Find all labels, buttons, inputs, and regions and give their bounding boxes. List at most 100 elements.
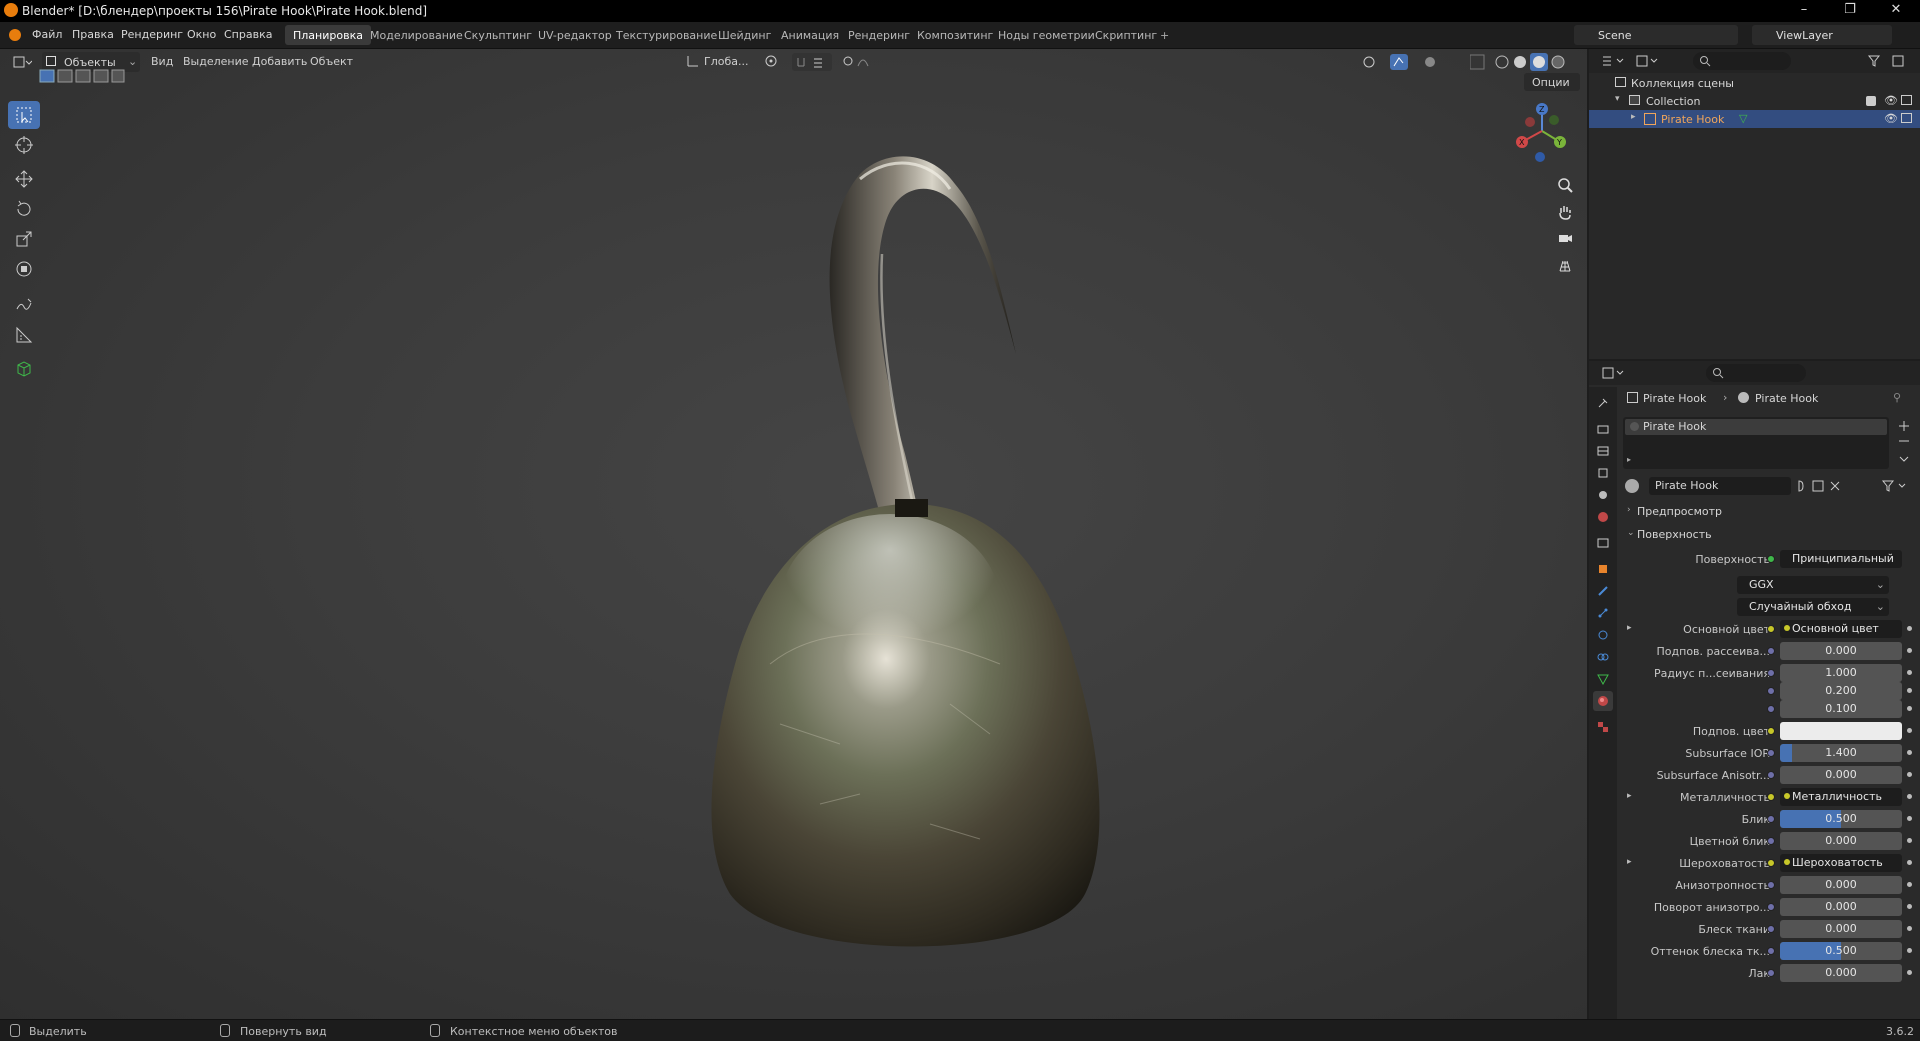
pirate-hook-model[interactable] xyxy=(700,104,1140,1014)
outliner-object-pirate-hook[interactable]: ▸ Pirate Hook ▽ 👁 xyxy=(1589,110,1920,128)
properties-panel[interactable]: Pirate Hook › Pirate Hook ⚲ Pirate Hook … xyxy=(1589,361,1920,1019)
keyframe-dot-icon[interactable] xyxy=(1907,750,1912,755)
distribution-dropdown[interactable]: GGX ⌄ xyxy=(1737,576,1889,594)
tab-rendering[interactable]: Рендеринг xyxy=(840,25,918,45)
keyframe-dot-icon[interactable] xyxy=(1907,904,1912,909)
input-socket-icon[interactable] xyxy=(1767,881,1775,889)
shader-socket-icon[interactable] xyxy=(1767,555,1775,563)
material-slot-item[interactable]: Pirate Hook xyxy=(1625,419,1887,435)
subsurface-method-dropdown[interactable]: Случайный обход ⌄ xyxy=(1737,598,1889,616)
material-browse-icon[interactable] xyxy=(1625,479,1639,493)
pivot-icon[interactable] xyxy=(764,54,780,68)
surface-shader-field[interactable]: Принципиальный BSDF xyxy=(1780,550,1902,568)
number-field[interactable]: 0.100 xyxy=(1780,700,1902,718)
filter-icon[interactable] xyxy=(1867,54,1907,68)
tab-modeling[interactable]: Моделирование xyxy=(362,25,471,45)
visibility-gizmo-toggles[interactable] xyxy=(1360,53,1440,71)
pin-icon[interactable]: ⚲ xyxy=(1893,391,1901,404)
material-tab-icon[interactable] xyxy=(1593,691,1613,711)
add-cube-tool[interactable] xyxy=(8,355,40,383)
menu-help[interactable]: Справка xyxy=(224,28,272,41)
tab-sculpting[interactable]: Скульптинг xyxy=(456,25,540,45)
input-socket-icon[interactable] xyxy=(1767,969,1775,977)
keyframe-dot-icon[interactable] xyxy=(1907,626,1912,631)
keyframe-dot-icon[interactable] xyxy=(1907,648,1912,653)
keyframe-dot-icon[interactable] xyxy=(1907,728,1912,733)
camera-icon[interactable] xyxy=(1552,225,1578,251)
menu-window[interactable]: Окно xyxy=(187,28,216,41)
keyframe-dot-icon[interactable] xyxy=(1907,970,1912,975)
mesh-data-icon[interactable]: ▽ xyxy=(1739,112,1747,125)
zoom-icon[interactable] xyxy=(1552,172,1578,198)
cursor-tool[interactable] xyxy=(8,131,40,159)
measure-tool[interactable] xyxy=(8,321,40,349)
keyframe-dot-icon[interactable] xyxy=(1907,670,1912,675)
scene-tab-icon[interactable] xyxy=(1593,485,1613,505)
keyframe-dot-icon[interactable] xyxy=(1907,816,1912,821)
properties-search-input[interactable] xyxy=(1706,364,1806,382)
tab-geometry-nodes[interactable]: Ноды геометрии xyxy=(990,25,1103,45)
input-socket-icon[interactable] xyxy=(1767,859,1775,867)
perspective-grid-icon[interactable] xyxy=(1552,252,1578,278)
particles-tab-icon[interactable] xyxy=(1593,603,1613,623)
render-tab-icon[interactable] xyxy=(1593,419,1613,439)
transform-tool[interactable] xyxy=(8,255,40,283)
expand-toggle-icon[interactable]: ▸ xyxy=(1627,791,1632,801)
input-socket-icon[interactable] xyxy=(1767,669,1775,677)
scene-selector[interactable]: Scene xyxy=(1574,25,1738,45)
slider-field[interactable]: 0.500 xyxy=(1780,810,1902,828)
material-slot-list[interactable]: Pirate Hook ▸ xyxy=(1623,417,1889,469)
slot-list-controls[interactable] xyxy=(1895,417,1913,477)
tab-texturing[interactable]: Текстурирование xyxy=(608,25,725,45)
selection-mode-buttons[interactable] xyxy=(38,68,126,84)
snap-toggle[interactable] xyxy=(792,53,832,71)
modifier-tab-icon[interactable] xyxy=(1593,581,1613,601)
eye-icon[interactable]: 👁 xyxy=(1884,94,1898,107)
linked-input-field[interactable]: Шероховатость xyxy=(1780,854,1902,872)
tab-compositing[interactable]: Композитинг xyxy=(909,25,1001,45)
number-field[interactable]: 0.000 xyxy=(1780,766,1902,784)
input-socket-icon[interactable] xyxy=(1767,815,1775,823)
tab-shading[interactable]: Шейдинг xyxy=(710,25,779,45)
input-socket-icon[interactable] xyxy=(1767,705,1775,713)
number-field[interactable]: 0.000 xyxy=(1780,876,1902,894)
number-field[interactable]: 0.000 xyxy=(1780,920,1902,938)
expand-toggle-icon[interactable]: ▸ xyxy=(1627,857,1632,867)
navigation-gizmo[interactable]: Z Y X xyxy=(1508,99,1572,163)
input-socket-icon[interactable] xyxy=(1767,903,1775,911)
keyframe-dot-icon[interactable] xyxy=(1907,688,1912,693)
display-mode-icon[interactable] xyxy=(1601,54,1627,68)
select-menu[interactable]: Выделение xyxy=(183,55,249,68)
rotate-tool[interactable] xyxy=(8,195,40,223)
input-socket-icon[interactable] xyxy=(1767,625,1775,633)
outliner-collection[interactable]: ▾ Collection 👁 xyxy=(1589,92,1920,110)
tab-layout[interactable]: Планировка xyxy=(285,25,371,45)
object-tab-icon[interactable] xyxy=(1593,559,1613,579)
expand-toggle-icon[interactable]: ▸ xyxy=(1627,455,1631,464)
tab-uv-editor[interactable]: UV-редактор xyxy=(530,25,620,45)
camera-render-icon[interactable] xyxy=(1901,95,1912,105)
add-menu[interactable]: Добавить xyxy=(252,55,307,68)
input-socket-icon[interactable] xyxy=(1767,837,1775,845)
view-layer-tab-icon[interactable] xyxy=(1593,463,1613,483)
input-socket-icon[interactable] xyxy=(1767,793,1775,801)
texture-tab-icon[interactable] xyxy=(1593,717,1613,737)
view-menu[interactable]: Вид xyxy=(151,55,173,68)
exclude-checkbox[interactable] xyxy=(1866,96,1876,106)
close-button[interactable]: ✕ xyxy=(1876,2,1916,20)
number-field[interactable]: 1.000 xyxy=(1780,664,1902,682)
keyframe-dot-icon[interactable] xyxy=(1907,948,1912,953)
keyframe-dot-icon[interactable] xyxy=(1907,794,1912,799)
material-actions[interactable] xyxy=(1795,478,1843,494)
input-socket-icon[interactable] xyxy=(1767,925,1775,933)
editor-type-icon[interactable] xyxy=(12,54,33,70)
keyframe-dot-icon[interactable] xyxy=(1907,860,1912,865)
material-name-field[interactable]: Pirate Hook xyxy=(1649,477,1791,495)
blender-menu-icon[interactable] xyxy=(9,29,21,41)
camera-render-icon[interactable] xyxy=(1901,113,1912,123)
select-box-tool[interactable] xyxy=(8,101,40,129)
menu-edit[interactable]: Правка xyxy=(72,28,114,41)
orientation-selector[interactable]: Глоба... xyxy=(704,55,748,68)
linked-input-field[interactable]: Основной цвет xyxy=(1780,620,1902,638)
keyframe-dot-icon[interactable] xyxy=(1907,706,1912,711)
